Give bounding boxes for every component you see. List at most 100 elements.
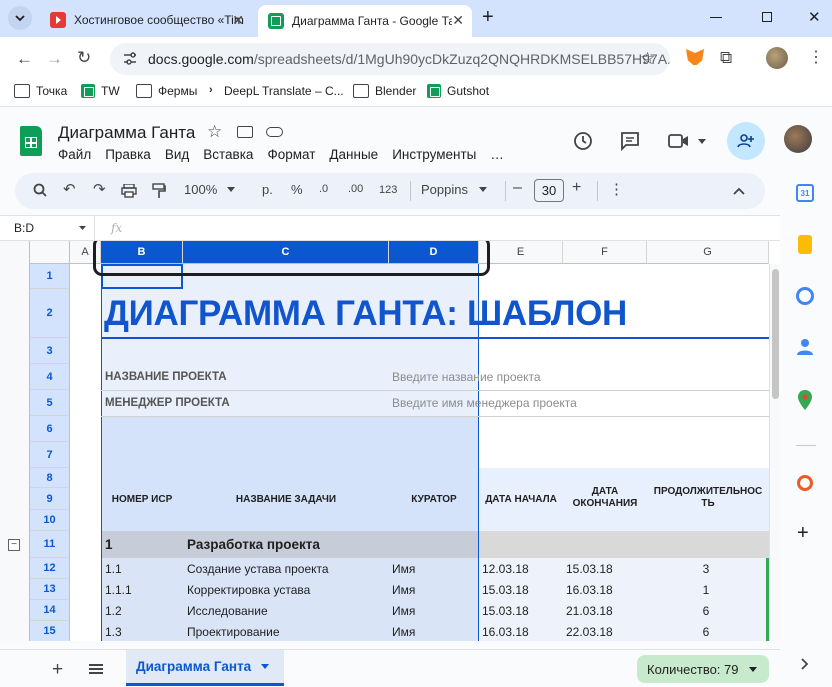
more-options-icon[interactable]: ⋮ xyxy=(609,180,624,198)
row-header-3[interactable]: 3 xyxy=(30,338,70,364)
bookmark-star-icon[interactable]: ☆ xyxy=(640,49,655,69)
row-header-10[interactable]: 10 xyxy=(30,510,70,531)
collapse-menus-icon[interactable] xyxy=(733,187,745,195)
header-wbs[interactable]: НОМЕР ИСР xyxy=(101,488,183,510)
browser-tab-active[interactable]: Диаграмма Ганта - Google Таб ✕ xyxy=(258,5,472,37)
contacts-icon[interactable] xyxy=(797,338,813,356)
row-header-12[interactable]: 12 xyxy=(30,558,70,579)
row-header-8[interactable]: 8 xyxy=(30,468,70,488)
project-name-label[interactable]: НАЗВАНИЕ ПРОЕКТА xyxy=(105,364,227,390)
keep-icon[interactable] xyxy=(798,235,812,254)
close-tab-icon[interactable]: ✕ xyxy=(452,12,464,29)
menu-format[interactable]: Формат xyxy=(267,147,315,162)
share-button[interactable] xyxy=(727,122,765,160)
decrease-decimals-button[interactable]: .0 xyxy=(319,183,328,195)
count-summary-button[interactable]: Количество: 79 xyxy=(637,655,769,683)
spreadsheet-grid[interactable]: A B C D E F G 1 2 3 4 5 6 7 8 9 10 11 12… xyxy=(0,241,780,641)
office-addon-icon[interactable] xyxy=(797,475,813,491)
back-icon[interactable]: ← xyxy=(16,49,33,69)
reload-icon[interactable]: ↻ xyxy=(77,48,91,68)
percent-button[interactable]: % xyxy=(291,182,303,197)
task-owner[interactable]: Имя xyxy=(392,579,415,600)
sheet-tab-active[interactable]: Диаграмма Ганта xyxy=(126,650,284,686)
row-header-2[interactable]: 2 xyxy=(30,289,70,338)
menu-tools[interactable]: Инструменты xyxy=(392,147,476,162)
paint-format-icon[interactable] xyxy=(152,183,166,199)
bookmark-tw[interactable]: TW xyxy=(81,84,120,98)
task-name[interactable]: Исследование xyxy=(187,600,268,621)
corner-select-all[interactable] xyxy=(30,241,70,264)
site-info-icon[interactable] xyxy=(122,52,138,66)
column-header-g[interactable]: G xyxy=(647,241,769,264)
profile-avatar[interactable] xyxy=(766,47,788,69)
task-end[interactable]: 22.03.18 xyxy=(566,621,613,641)
close-tab-icon[interactable]: ✕ xyxy=(232,12,244,29)
increase-decimals-button[interactable]: .00 xyxy=(348,183,363,195)
task-start[interactable]: 15.03.18 xyxy=(482,579,529,600)
currency-button[interactable]: р. xyxy=(262,182,273,197)
row-header-14[interactable]: 14 xyxy=(30,600,70,621)
row-header-15[interactable]: 15 xyxy=(30,621,70,641)
maps-icon[interactable] xyxy=(798,390,812,410)
collapse-group-button[interactable]: − xyxy=(8,539,20,551)
row-header-11[interactable]: 11 xyxy=(30,531,70,558)
task-end[interactable]: 15.03.18 xyxy=(566,558,613,579)
name-box[interactable]: B:D xyxy=(0,216,95,240)
bookmark-tochka[interactable]: Точка xyxy=(14,84,67,98)
extensions-icon[interactable]: ⧉ xyxy=(720,48,732,68)
zoom-select[interactable]: 100% xyxy=(184,182,236,197)
task-duration[interactable]: 3 xyxy=(647,558,765,579)
row-header-6[interactable]: 6 xyxy=(30,416,70,442)
browser-tab-inactive[interactable]: Хостинговое сообщество «Tim ✕ xyxy=(40,5,252,35)
header-end-date[interactable]: ДАТА ОКОНЧАНИЯ xyxy=(563,476,647,520)
task-duration[interactable]: 1 xyxy=(647,579,765,600)
task-start[interactable]: 16.03.18 xyxy=(482,621,529,641)
task-owner[interactable]: Имя xyxy=(392,600,415,621)
task-owner[interactable]: Имя xyxy=(392,621,415,641)
row-header-5[interactable]: 5 xyxy=(30,390,70,416)
group-wbs[interactable]: 1 xyxy=(105,531,113,558)
font-size-input[interactable]: 30 xyxy=(534,179,564,202)
metamask-extension-icon[interactable] xyxy=(686,49,704,65)
tab-search-button[interactable] xyxy=(8,6,32,30)
history-icon[interactable] xyxy=(572,130,594,152)
google-sheets-logo[interactable] xyxy=(20,126,42,156)
move-folder-icon[interactable] xyxy=(237,126,253,138)
maximize-icon[interactable] xyxy=(762,12,772,22)
tasks-icon[interactable] xyxy=(796,287,814,305)
decrease-font-size-button[interactable]: – xyxy=(513,179,522,197)
meet-button[interactable] xyxy=(668,133,706,149)
row-header-9[interactable]: 9 xyxy=(30,488,70,510)
address-bar[interactable]: docs.google.com/spreadsheets/d/1MgUh90yc… xyxy=(110,43,670,75)
task-owner[interactable]: Имя xyxy=(392,558,415,579)
vertical-scrollbar[interactable] xyxy=(769,264,780,641)
task-wbs[interactable]: 1.1.1 xyxy=(105,579,132,600)
task-end[interactable]: 16.03.18 xyxy=(566,579,613,600)
close-window-icon[interactable]: ✕ xyxy=(808,8,821,26)
row-header-1[interactable]: 1 xyxy=(30,264,70,289)
header-owner[interactable]: КУРАТОР xyxy=(389,488,479,510)
star-icon[interactable]: ☆ xyxy=(207,122,222,142)
task-name[interactable]: Проектирование xyxy=(187,621,280,641)
all-sheets-icon[interactable] xyxy=(89,664,103,674)
task-wbs[interactable]: 1.2 xyxy=(105,600,122,621)
task-name[interactable]: Создание устава проекта xyxy=(187,558,329,579)
document-title[interactable]: Диаграмма Ганта xyxy=(58,123,195,143)
menu-more[interactable]: … xyxy=(490,147,504,162)
minimize-icon[interactable] xyxy=(710,17,722,18)
menu-data[interactable]: Данные xyxy=(329,147,378,162)
menu-file[interactable]: Файл xyxy=(58,147,91,162)
menu-edit[interactable]: Правка xyxy=(105,147,151,162)
task-start[interactable]: 12.03.18 xyxy=(482,558,529,579)
group-name[interactable]: Разработка проекта xyxy=(187,531,320,558)
row-header-13[interactable]: 13 xyxy=(30,579,70,600)
row-header-7[interactable]: 7 xyxy=(30,442,70,468)
show-side-panel-icon[interactable] xyxy=(801,658,809,670)
task-name[interactable]: Корректировка устава xyxy=(187,579,310,600)
task-duration[interactable]: 6 xyxy=(647,621,765,641)
task-duration[interactable]: 6 xyxy=(647,600,765,621)
add-addon-icon[interactable]: + xyxy=(797,522,809,545)
column-header-e[interactable]: E xyxy=(479,241,563,264)
scrollbar-thumb[interactable] xyxy=(772,269,779,399)
project-name-input[interactable]: Введите название проекта xyxy=(392,364,541,390)
